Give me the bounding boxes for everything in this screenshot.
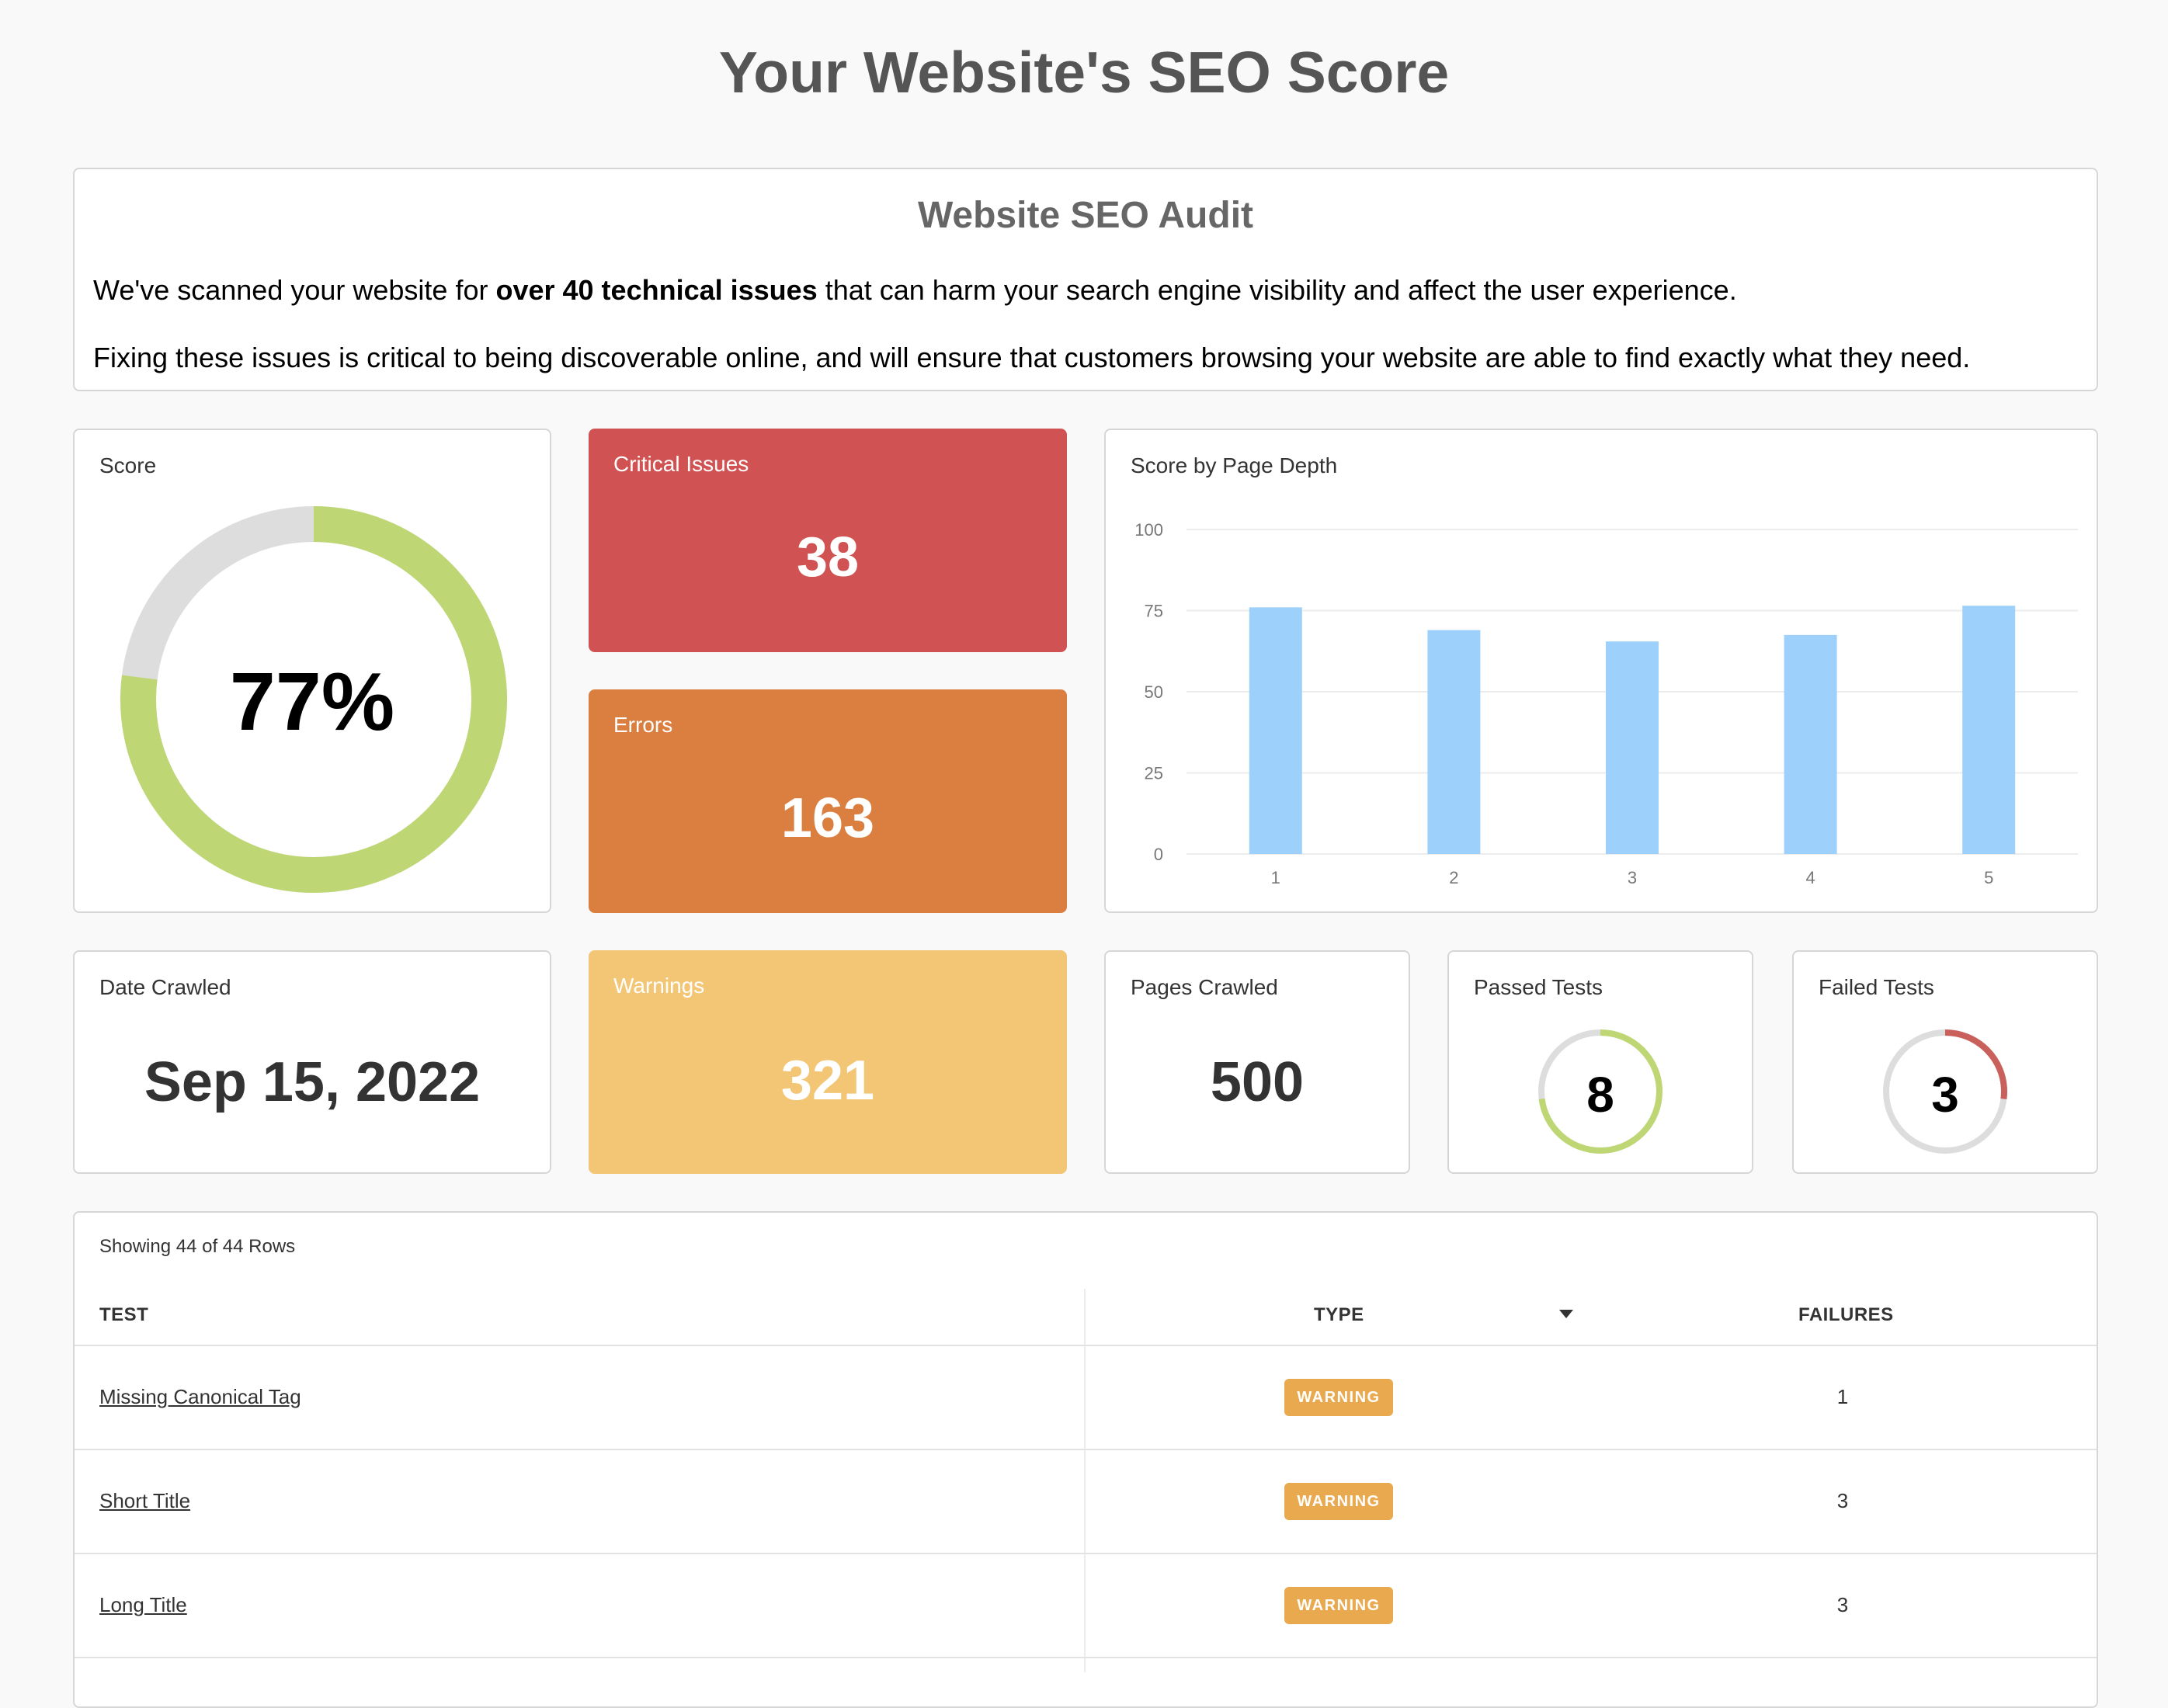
intro-paragraph-1: We've scanned your website for over 40 t…	[93, 274, 1737, 306]
date-crawled-card: Date Crawled Sep 15, 2022	[73, 950, 551, 1174]
pages-crawled-label: Pages Crawled	[1131, 975, 1278, 999]
x-tick-label: 3	[1628, 868, 1637, 887]
failure-count: 1	[1836, 1385, 1849, 1408]
chart-bar	[1962, 606, 2016, 854]
chart-bar	[1427, 630, 1481, 854]
warnings-tile: Warnings 321	[589, 950, 1067, 1174]
errors-value: 163	[780, 787, 875, 849]
intro-card: Website SEO Audit We've scanned your web…	[73, 168, 2098, 391]
score-value: 77%	[229, 656, 395, 748]
type-badge-warning: WARNING	[1284, 1483, 1393, 1520]
passed-tests-ring	[1538, 1029, 1662, 1154]
test-link-short-title[interactable]: Short Title	[99, 1489, 190, 1513]
date-crawled-value: Sep 15, 2022	[144, 1051, 481, 1113]
date-crawled-label: Date Crawled	[99, 975, 231, 999]
header-divider	[75, 1345, 2097, 1346]
score-by-depth-card: Score by Page Depth 0 25 50 75 100 1 2 3 4 5	[1104, 429, 2098, 913]
x-tick-label: 2	[1449, 868, 1458, 887]
x-tick-label: 1	[1271, 868, 1280, 887]
passed-tests-value: 8	[1586, 1067, 1614, 1123]
warnings-value: 321	[780, 1050, 875, 1112]
intro-title: Website SEO Audit	[917, 195, 1254, 236]
chart-bar	[1784, 634, 1837, 854]
rows-count-note: Showing 44 of 44 Rows	[99, 1236, 296, 1257]
intro-paragraph-2: Fixing these issues is critical to being…	[93, 342, 1971, 373]
warnings-label: Warnings	[613, 974, 705, 998]
x-tick-label: 4	[1805, 868, 1815, 887]
y-tick-label: 50	[1145, 682, 1163, 702]
score-card: Score 77%	[73, 429, 551, 913]
type-badge-warning: WARNING	[1284, 1587, 1393, 1624]
failed-tests-value: 3	[1931, 1067, 1959, 1123]
y-tick-label: 25	[1145, 764, 1163, 783]
column-header-failures[interactable]: FAILURES	[1798, 1304, 1894, 1326]
row-divider	[75, 1553, 2097, 1554]
tests-table-card: Showing 44 of 44 Rows	[73, 1211, 2098, 1708]
failure-count: 3	[1836, 1489, 1849, 1512]
critical-issues-value: 38	[796, 526, 860, 588]
column-divider	[1084, 1289, 1086, 1672]
chart-bar	[1249, 607, 1302, 854]
passed-tests-card: Passed Tests 8	[1447, 950, 1753, 1174]
test-link-long-title[interactable]: Long Title	[99, 1593, 187, 1617]
chart-bar	[1606, 641, 1659, 854]
y-tick-label: 75	[1145, 602, 1163, 621]
column-header-type[interactable]: TYPE	[1314, 1304, 1364, 1326]
row-divider	[75, 1657, 2097, 1658]
pages-crawled-value: 500	[1210, 1051, 1305, 1113]
errors-label: Errors	[613, 713, 673, 737]
column-header-test[interactable]: TEST	[99, 1304, 148, 1326]
y-tick-label: 0	[1154, 845, 1163, 864]
critical-issues-label: Critical Issues	[613, 452, 749, 476]
pages-crawled-card: Pages Crawled 500	[1104, 950, 1410, 1174]
critical-issues-tile: Critical Issues 38	[589, 429, 1067, 652]
test-link-missing-canonical-tag[interactable]: Missing Canonical Tag	[99, 1385, 301, 1409]
failed-tests-ring	[1883, 1029, 2007, 1154]
x-tick-label: 5	[1984, 868, 1993, 887]
score-by-depth-chart: 0 25 50 75 100 1 2 3 4 5	[1134, 520, 2078, 887]
sort-descending-icon[interactable]	[1559, 1310, 1573, 1318]
failed-tests-card: Failed Tests 3	[1792, 950, 2098, 1174]
y-tick-label: 100	[1134, 520, 1163, 540]
failure-count: 3	[1836, 1593, 1849, 1616]
errors-tile: Errors 163	[589, 689, 1067, 913]
type-badge-warning: WARNING	[1284, 1379, 1393, 1416]
page-title: Your Website's SEO Score	[718, 40, 1450, 105]
row-divider	[75, 1449, 2097, 1450]
